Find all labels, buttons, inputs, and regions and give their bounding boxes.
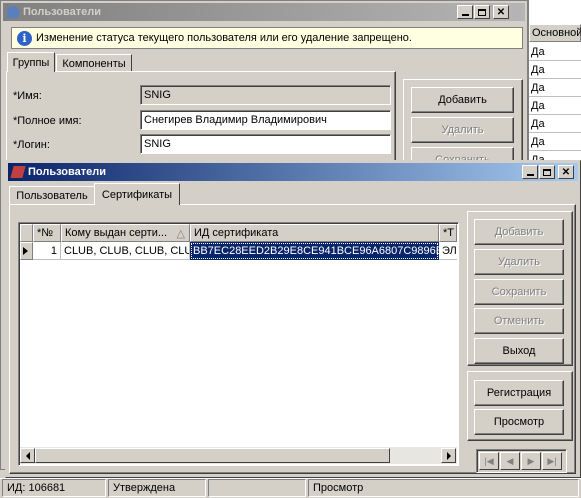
login-field[interactable]: SNIG [140,134,391,154]
horizontal-scrollbar[interactable] [20,447,457,464]
scroll-left-icon [25,451,30,460]
column-header-num[interactable]: *№ [33,224,61,242]
table-row-cell-num[interactable]: 1 [33,242,61,260]
maximize-button[interactable] [474,5,490,19]
row-indicator [20,242,33,260]
grid-indicator-header [20,224,33,242]
maximize-icon [543,168,551,176]
close-icon: ✕ [561,166,571,178]
info-icon: i [17,30,32,46]
column-header-issued-to[interactable]: Кому выдан серти... △ [61,224,190,242]
status-id: ИД: 106681 [2,479,106,497]
register-button[interactable]: Регистрация [474,380,564,406]
users-app-icon [10,166,26,178]
column-cell: Да [529,43,581,61]
column-header-main: Основной [529,24,581,42]
status-empty [208,479,306,497]
close-button[interactable]: ✕ [493,5,509,19]
table-row-cell-issued-to[interactable]: CLUB, CLUB, CLUB, CLUB, [61,242,190,260]
tab-certificates[interactable]: Сертификаты [94,183,180,205]
column-cell: Да [529,115,581,133]
column-cell: Да [529,97,581,115]
info-text: Изменение статуса текущего пользователя … [36,32,412,44]
field-label-fullname: *Полное имя: [13,115,82,127]
maximize-button[interactable] [539,165,555,179]
column-header-issued-to-label: Кому выдан серти... [65,227,168,239]
scroll-right-button[interactable] [441,448,456,463]
cancel-button[interactable]: Отменить [474,308,564,334]
minimize-icon [526,174,534,176]
status-mode: Просмотр [308,479,579,497]
prev-record-icon: ◀ [506,455,514,466]
close-button[interactable]: ✕ [558,165,574,179]
fullname-field[interactable]: Снегирев Владимир Владимирович [140,110,391,130]
maximize-icon [478,8,486,16]
sort-ascending-icon: △ [176,227,185,240]
column-cell: Да [529,133,581,151]
nav-prev-button[interactable]: ◀ [500,452,520,470]
scroll-right-icon [446,451,451,460]
table-row-cell-cert-id[interactable]: BB7EC28EED2B29E8CE941BCE96A6807C9896B... [190,242,439,260]
save-button[interactable]: Сохранить [474,279,564,305]
front-window-title: Пользователи [28,166,107,178]
tab-groups[interactable]: Группы [7,52,55,72]
minimize-icon [461,14,469,16]
back-add-button[interactable]: Добавить [411,87,514,113]
info-banner: i Изменение статуса текущего пользовател… [11,27,523,49]
close-icon: ✕ [496,6,506,18]
back-window-titlebar[interactable]: Пользователи [3,3,525,21]
minimize-button[interactable] [457,5,473,19]
delete-button[interactable]: Удалить [474,249,564,275]
scroll-thumb[interactable] [35,448,390,463]
column-cell: Да [529,79,581,97]
last-record-icon: ▶| [547,455,557,466]
next-record-icon: ▶ [527,455,535,466]
front-window: Пользователи ✕ Пользователь Сертификаты … [5,160,581,478]
column-header-cert-id[interactable]: ИД сертификата [190,224,439,242]
status-state: Утверждена [108,479,206,497]
column-header-type[interactable]: *Т [439,224,457,242]
add-button[interactable]: Добавить [474,219,564,245]
name-field[interactable]: SNIG [140,85,391,105]
users-app-icon [7,6,19,18]
nav-last-button[interactable]: ▶| [542,452,562,470]
current-row-arrow-icon [23,247,28,255]
back-window-title: Пользователи [23,6,102,18]
column-cell: Да [529,61,581,79]
field-label-name: *Имя: [13,90,42,102]
first-record-icon: |◀ [484,455,494,466]
nav-first-button[interactable]: |◀ [479,452,499,470]
tab-components[interactable]: Компоненты [56,54,132,72]
nav-next-button[interactable]: ▶ [521,452,541,470]
view-button[interactable]: Просмотр [474,409,564,435]
field-label-login: *Логин: [13,139,50,151]
front-window-titlebar[interactable]: Пользователи [8,163,578,181]
table-row-cell-type[interactable]: ЭЛ [439,242,457,260]
minimize-button[interactable] [522,165,538,179]
scroll-left-button[interactable] [20,448,35,463]
back-delete-button[interactable]: Удалить [411,117,514,143]
tab-user[interactable]: Пользователь [9,186,95,204]
exit-button[interactable]: Выход [474,338,564,364]
